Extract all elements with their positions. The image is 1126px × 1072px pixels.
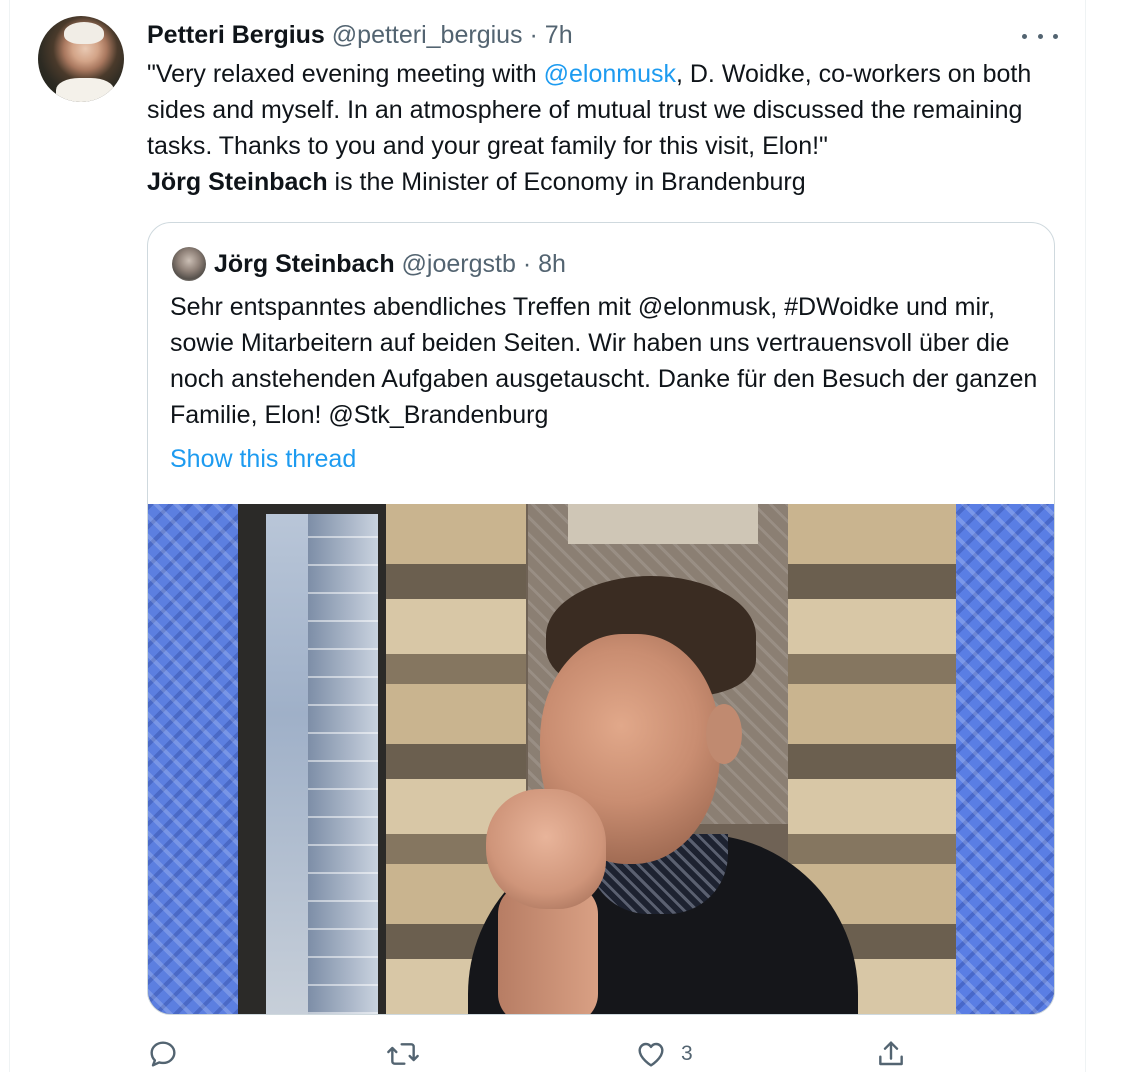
tweet-header: Petteri Bergius @petteri_bergius · 7h bbox=[147, 19, 573, 51]
photo-wallpaper-left bbox=[148, 504, 238, 1014]
tweet-bold-name: Jörg Steinbach bbox=[147, 168, 328, 196]
like-button[interactable]: 3 bbox=[635, 1036, 693, 1072]
retweet-button[interactable] bbox=[385, 1036, 421, 1072]
photo-building-facade bbox=[308, 514, 378, 1014]
quoted-author-avatar bbox=[172, 247, 206, 281]
more-dot bbox=[1037, 33, 1043, 39]
show-thread-link[interactable]: Show this thread bbox=[170, 441, 356, 477]
header-separator: · bbox=[529, 21, 538, 49]
timeline-border-right bbox=[1085, 0, 1086, 1072]
quoted-author-name: Jörg Steinbach bbox=[214, 250, 395, 278]
reply-icon bbox=[150, 1041, 176, 1067]
photo-wall-frame bbox=[568, 504, 758, 544]
quoted-author-handle: @joergstb bbox=[401, 250, 516, 278]
more-dot bbox=[1022, 33, 1027, 39]
like-count: 3 bbox=[681, 1042, 693, 1065]
author-avatar[interactable] bbox=[38, 16, 124, 102]
tweet-page: Petteri Bergius @petteri_bergius · 7h "V… bbox=[0, 0, 1126, 1072]
photo-person-ear bbox=[706, 704, 742, 764]
quoted-tweet-timestamp: 8h bbox=[538, 250, 566, 278]
photo-person-hand bbox=[486, 789, 606, 909]
retweet-icon bbox=[387, 1043, 419, 1065]
share-icon bbox=[879, 1041, 903, 1066]
author-name[interactable]: Petteri Bergius bbox=[147, 21, 325, 49]
avatar-hair bbox=[64, 22, 104, 44]
share-button[interactable] bbox=[875, 1036, 907, 1072]
tweet-timestamp[interactable]: 7h bbox=[545, 21, 573, 49]
quoted-tweet-photo[interactable] bbox=[148, 504, 1054, 1014]
like-icon bbox=[638, 1042, 664, 1067]
more-dot bbox=[1053, 33, 1058, 39]
timeline-border-left bbox=[9, 0, 10, 1072]
quoted-tweet-text: Sehr entspanntes abendliches Treffen mit… bbox=[170, 293, 1038, 429]
tweet-action-bar: 3 bbox=[147, 1036, 927, 1072]
reply-button[interactable] bbox=[147, 1036, 179, 1072]
photo-wallpaper-right bbox=[956, 504, 1054, 1014]
mention-link[interactable]: @elonmusk bbox=[544, 60, 676, 88]
avatar-shirt bbox=[56, 78, 114, 102]
tweet-text: "Very relaxed evening meeting with @elon… bbox=[147, 56, 1067, 200]
more-options-icon[interactable] bbox=[1022, 26, 1058, 46]
quoted-header-separator: · bbox=[522, 250, 532, 278]
quoted-tweet-header: Jörg Steinbach @joergstb · 8h bbox=[214, 247, 566, 281]
tweet-text-part1: "Very relaxed evening meeting with bbox=[147, 60, 544, 88]
quoted-tweet-card[interactable]: Jörg Steinbach @joergstb · 8h Sehr entsp… bbox=[147, 222, 1055, 1015]
tweet-text-part3: is the Minister of Economy in Brandenbur… bbox=[327, 168, 806, 196]
author-handle[interactable]: @petteri_bergius bbox=[332, 21, 523, 49]
